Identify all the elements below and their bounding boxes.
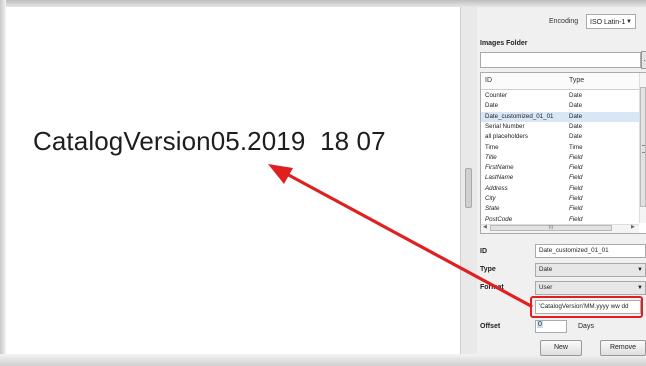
list-item[interactable]: State Field	[481, 204, 639, 214]
list-item-type: Date	[569, 92, 583, 99]
list-item-type: Field	[569, 153, 583, 161]
chevron-down-icon: ▼	[637, 267, 643, 273]
offset-unit-label: Days	[578, 323, 594, 330]
encoding-value: ISO Latin-1	[590, 19, 626, 26]
list-header: ID Type	[481, 73, 639, 90]
list-item-id: all placeholders	[485, 133, 528, 141]
list-item-id: City	[485, 195, 496, 202]
list-item-type: Field	[569, 205, 583, 213]
format-highlight-box	[530, 296, 643, 318]
list-item[interactable]: Time Time	[481, 143, 639, 153]
list-item-id: LastName	[485, 174, 514, 182]
list-item[interactable]: Counter Date	[481, 91, 639, 101]
id-field[interactable]: Date_customized_01_01	[535, 244, 646, 258]
list-item-id: Address	[485, 184, 508, 192]
offset-value: 0	[537, 321, 543, 328]
list-item-id: FirstName	[485, 164, 514, 172]
list-item[interactable]: Address Field	[481, 184, 639, 194]
scroll-grip-icon	[642, 145, 645, 153]
window-top-edge	[0, 0, 646, 7]
encoding-select[interactable]: ISO Latin-1 ▼	[586, 14, 636, 29]
list-item-type: Time	[569, 143, 583, 151]
list-item-id: PostCode	[485, 215, 513, 223]
type-value: Date	[539, 266, 553, 273]
new-button[interactable]: New	[540, 340, 582, 356]
list-item-type: Field	[569, 195, 583, 202]
list-item-type: Field	[569, 164, 583, 172]
list-item[interactable]: City Field	[481, 194, 639, 204]
list-item-id: Date_customized_01_01	[485, 112, 554, 120]
offset-stepper[interactable]: 0	[535, 320, 567, 333]
list-horizontal-scroll-thumb[interactable]: III	[490, 225, 612, 231]
column-header-id[interactable]: ID	[485, 77, 492, 84]
remove-button[interactable]: Remove	[600, 340, 646, 356]
type-select[interactable]: Date ▼	[535, 263, 646, 277]
list-item-id: State	[485, 205, 500, 213]
screenshot-canvas: CatalogVersion05.2019 18 07 Encoding ISO…	[0, 0, 646, 366]
list-item[interactable]: Serial Number Date	[481, 122, 639, 132]
format-select[interactable]: User ▼	[535, 281, 646, 295]
id-label: ID	[480, 248, 487, 255]
placeholder-list[interactable]: ID Type Counter Date Date Date Date_customiz…	[480, 72, 646, 234]
list-item-id: Serial Number	[485, 122, 525, 130]
splitter-grip-handle[interactable]	[465, 168, 472, 208]
chevron-down-icon: ▼	[637, 285, 643, 291]
scroll-left-arrow-icon[interactable]: ◀	[483, 224, 487, 230]
list-item-type: Date	[569, 122, 583, 130]
chevron-down-icon: ▼	[626, 19, 632, 25]
encoding-label: Encoding	[549, 18, 579, 25]
browse-folder-button[interactable]: ...	[641, 51, 646, 69]
type-label: Type	[480, 266, 496, 273]
images-folder-field[interactable]	[480, 52, 641, 68]
list-item[interactable]: all placeholders Date	[481, 132, 639, 142]
list-item[interactable]: Date Date	[481, 101, 639, 111]
format-label: Format	[480, 284, 504, 291]
list-item-id: Title	[485, 153, 497, 161]
list-item-type: Field	[569, 174, 583, 182]
list-item[interactable]: Date_customized_01_01 Date	[481, 111, 639, 122]
column-header-type[interactable]: Type	[569, 77, 584, 84]
list-item-type: Field	[569, 184, 583, 192]
scroll-right-arrow-icon[interactable]: ▶	[631, 224, 635, 230]
list-item[interactable]: FirstName Field	[481, 163, 639, 173]
list-item-id: Time	[485, 143, 499, 151]
document-rendered-text: CatalogVersion05.2019 18 07	[33, 126, 386, 156]
list-item-type: Date	[569, 102, 583, 110]
offset-label: Offset	[480, 323, 501, 330]
format-value: User	[539, 284, 553, 291]
list-item-id: Counter	[485, 92, 508, 99]
list-item-type: Date	[569, 133, 583, 141]
window-left-edge	[0, 0, 6, 366]
list-item-type: Date	[569, 112, 583, 120]
images-folder-label: Images Folder	[480, 40, 528, 47]
list-item[interactable]: LastName Field	[481, 173, 639, 183]
list-item[interactable]: Title Field	[481, 153, 639, 163]
arrow-head-icon	[268, 164, 293, 184]
list-item-id: Date	[485, 102, 499, 110]
list-item-type: Field	[569, 215, 583, 223]
